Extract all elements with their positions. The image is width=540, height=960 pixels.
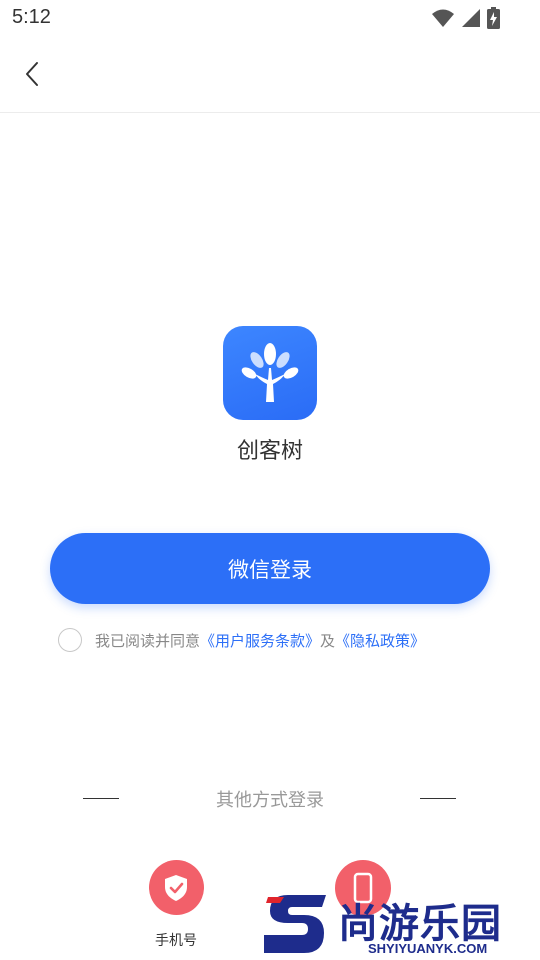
top-bar: [0, 38, 540, 113]
tree-icon: [241, 343, 299, 402]
agreement-connector: 及: [320, 631, 336, 650]
wifi-icon: [432, 9, 454, 27]
status-time: 5:12: [12, 6, 51, 28]
phone-login-button[interactable]: 手机号: [148, 860, 204, 950]
app-name: 创客树: [236, 439, 303, 464]
s-logo-icon: [264, 895, 326, 953]
app-logo: [223, 326, 317, 420]
back-button[interactable]: [14, 56, 50, 92]
agreement-checkbox[interactable]: [58, 628, 82, 652]
phone-login-circle: [148, 860, 204, 915]
terms-link[interactable]: 《用户服务条款》: [200, 630, 320, 651]
cellular-signal-icon: [462, 9, 480, 27]
status-bar: 5:12: [0, 0, 540, 38]
other-login-section: 其他方式登录: [0, 786, 540, 812]
watermark-logo: 尚游乐园 SHYIYUANYK.COM: [260, 885, 540, 960]
agreement-row: 我已阅读并同意 《用户服务条款》 及 《隐私政策》: [58, 627, 425, 653]
wechat-login-button[interactable]: 微信登录: [50, 533, 490, 604]
battery-charging-icon: [487, 7, 500, 29]
chevron-left-icon: [26, 62, 38, 86]
phone-login-label: 手机号: [155, 933, 197, 949]
agreement-prefix: 我已阅读并同意: [95, 631, 201, 650]
status-icons: [431, 7, 500, 29]
divider-right: [420, 798, 456, 799]
privacy-link[interactable]: 《隐私政策》: [335, 630, 425, 651]
watermark-subtext: SHYIYUANYK.COM: [368, 941, 488, 956]
other-login-label: 其他方式登录: [216, 790, 324, 811]
shield-check-icon: [165, 874, 187, 901]
